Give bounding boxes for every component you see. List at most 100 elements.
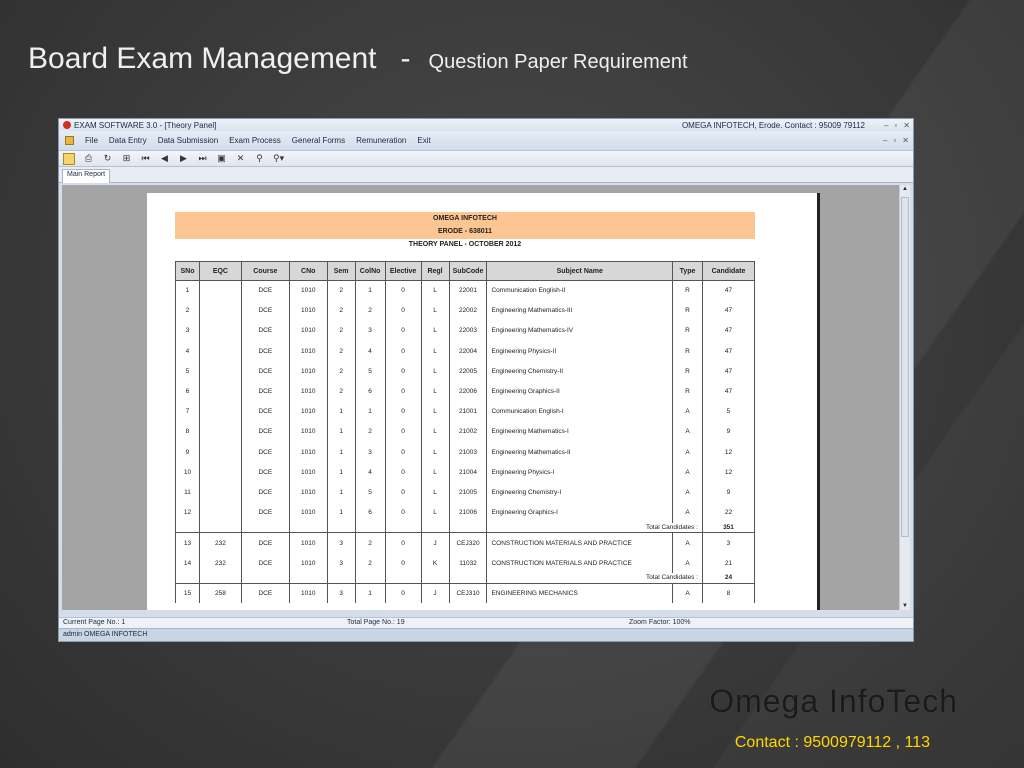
close-icon[interactable]: ✕	[903, 121, 910, 130]
total-filler	[448, 573, 488, 584]
table-cell: 1010	[288, 442, 328, 463]
first-page-icon[interactable]: ⏮	[140, 153, 151, 164]
table-cell: 8	[175, 421, 200, 442]
scroll-down-icon[interactable]: ▼	[902, 603, 908, 609]
mdi-restore-icon[interactable]: ▫	[893, 136, 896, 145]
prev-page-icon[interactable]: ◀	[159, 153, 170, 164]
table-cell: Communication English-I	[486, 401, 674, 422]
table-cell: DCE	[240, 341, 290, 362]
table-cell: 21003	[448, 442, 488, 463]
menu-data-submission[interactable]: Data Submission	[158, 136, 218, 145]
table-cell: R	[672, 300, 703, 321]
table-cell: 2	[175, 300, 200, 321]
total-value: 24	[701, 573, 756, 584]
total-filler	[175, 522, 200, 534]
menu-data-entry[interactable]: Data Entry	[109, 136, 147, 145]
table-cell: 0	[384, 401, 422, 422]
tab-main-report[interactable]: Main Report	[62, 169, 111, 183]
table-cell: 2	[326, 300, 356, 321]
table-cell: J	[420, 583, 450, 604]
table-cell: 1010	[288, 381, 328, 402]
table-cell: 1	[326, 401, 356, 422]
table-cell: 1010	[288, 482, 328, 503]
table-cell: 21006	[448, 502, 488, 523]
last-page-icon[interactable]: ⏭	[197, 153, 208, 164]
total-label: Total Candidates :	[486, 573, 703, 584]
app-logo-icon	[63, 121, 71, 129]
tree-icon[interactable]: ⊞	[121, 153, 132, 164]
table-cell: L	[420, 401, 450, 422]
total-row: Total Candidates :351	[175, 522, 756, 534]
table-cell: L	[420, 462, 450, 483]
table-cell: 1	[175, 280, 200, 301]
table-cell: Engineering Mathematics-IV	[486, 320, 674, 342]
table-cell: CONSTRUCTION MATERIALS AND PRACTICE	[486, 552, 674, 574]
total-filler	[326, 573, 356, 584]
table-cell: 3	[354, 442, 386, 463]
table-cell: 15	[175, 583, 200, 604]
scroll-up-icon[interactable]: ▲	[902, 186, 908, 192]
menu-exam-process[interactable]: Exam Process	[229, 136, 281, 145]
table-cell: 1010	[288, 421, 328, 442]
table-cell: Engineering Mathematics-II	[486, 442, 674, 463]
table-cell: 22003	[448, 320, 488, 342]
table-cell: 22002	[448, 300, 488, 321]
total-filler	[198, 573, 242, 584]
table-cell: 232	[198, 532, 242, 553]
search-icon[interactable]: ⚲	[254, 153, 265, 164]
status-zoom: Zoom Factor: 100%	[629, 619, 691, 626]
table-cell: 9	[175, 442, 200, 463]
scrollbar-thumb[interactable]	[901, 197, 909, 537]
table-row: 13 232 DCE 1010 3 2 0 J CEJ320 CONSTRUCTION MATER…	[175, 532, 756, 553]
column-header: ColNo	[354, 261, 386, 281]
table-cell: 2	[326, 361, 356, 382]
table-cell: L	[420, 300, 450, 321]
goto-page-icon[interactable]: ▣	[216, 153, 227, 164]
stop-icon[interactable]: ✕	[235, 153, 246, 164]
table-cell: 2	[354, 532, 386, 553]
table-cell: 9	[701, 482, 756, 503]
menu-remuneration[interactable]: Remuneration	[356, 136, 406, 145]
mdi-minimize-icon[interactable]: –	[883, 136, 887, 145]
table-cell: 2	[354, 552, 386, 574]
app-window: EXAM SOFTWARE 3.0 - [Theory Panel] OMEGA…	[58, 118, 914, 642]
refresh-icon[interactable]: ↻	[102, 153, 113, 164]
table-cell: 12	[701, 442, 756, 463]
table-cell: 0	[384, 320, 422, 342]
minimize-icon[interactable]: –	[884, 121, 888, 130]
table-cell: 3	[701, 532, 756, 553]
total-filler	[288, 573, 328, 584]
table-cell: R	[672, 320, 703, 342]
total-filler	[420, 522, 450, 534]
table-cell: 1	[326, 442, 356, 463]
table-cell: 21005	[448, 482, 488, 503]
table-cell: 12	[175, 502, 200, 523]
mdi-close-icon[interactable]: ✕	[902, 136, 909, 145]
table-cell	[198, 421, 242, 442]
export-icon[interactable]	[63, 152, 75, 165]
table-cell: R	[672, 381, 703, 402]
menu-general-forms[interactable]: General Forms	[292, 136, 345, 145]
next-page-icon[interactable]: ▶	[178, 153, 189, 164]
restore-icon[interactable]: ▫	[894, 121, 897, 130]
column-header: Type	[672, 261, 703, 281]
total-value: 351	[701, 522, 756, 534]
report-subtitle: THEORY PANEL - OCTOBER 2012	[408, 241, 522, 248]
table-cell: DCE	[240, 583, 290, 604]
print-icon[interactable]: ⎙	[83, 153, 94, 164]
menu-exit[interactable]: Exit	[417, 136, 430, 145]
table-cell: Engineering Physics-II	[486, 341, 674, 362]
table-cell: 5	[354, 482, 386, 503]
zoom-icon[interactable]: ⚲▾	[273, 153, 284, 164]
vertical-scrollbar[interactable]: ▲ ▼	[899, 185, 910, 610]
column-header: Elective	[384, 261, 422, 281]
table-cell: 22001	[448, 280, 488, 301]
slide-title-main: Board Exam Management	[28, 42, 377, 75]
table-cell: 2	[326, 320, 356, 342]
table-cell: R	[672, 361, 703, 382]
table-row: 6 DCE 1010 2 6 0 L 22006 Engineering Graphics-II…	[175, 381, 756, 402]
table-row: 3 DCE 1010 2 3 0 L 22003 Engineering Mathematics…	[175, 320, 756, 342]
table-cell: A	[672, 502, 703, 523]
menu-file[interactable]: File	[85, 136, 98, 145]
table-cell: 21004	[448, 462, 488, 483]
